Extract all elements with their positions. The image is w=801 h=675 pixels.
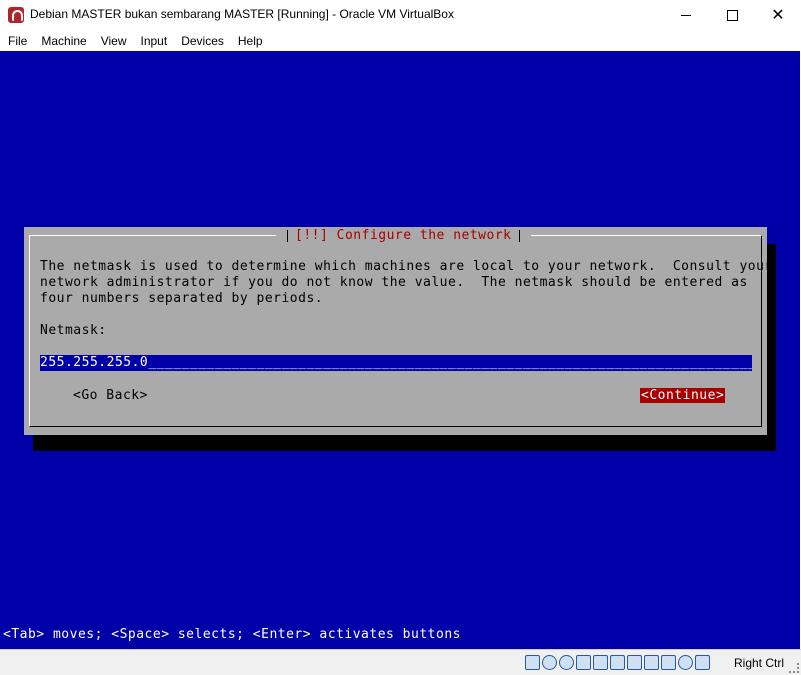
vm-display[interactable]: [!!] Configure the network The netmask i… [0,51,800,649]
window-title: Debian MASTER bukan sembarang MASTER [Ru… [30,7,454,21]
netmask-input-fill: ________________________________________… [148,355,752,370]
maximize-icon [726,9,738,21]
netmask-description: The netmask is used to determine which m… [40,259,773,306]
audio-icon[interactable] [559,655,574,670]
minimize-icon [681,14,691,16]
maximize-button[interactable] [709,0,755,30]
mouse-integration-icon[interactable] [678,655,693,670]
status-icons [525,655,710,670]
menu-bar: File Machine View Input Devices Help [0,30,801,51]
virtualbox-app-icon [8,7,24,23]
resize-grip[interactable] [789,663,799,673]
menu-machine[interactable]: Machine [33,30,92,51]
window-titlebar[interactable]: Debian MASTER bukan sembarang MASTER [Ru… [0,0,801,30]
status-bar: Right Ctrl [0,649,801,675]
configure-network-dialog: [!!] Configure the network The netmask i… [24,227,773,435]
keyboard-icon[interactable] [695,655,710,670]
menu-view[interactable]: View [93,30,133,51]
close-button[interactable]: ✕ [755,0,801,30]
title-left-tick [287,229,288,242]
keyboard-help-line: <Tab> moves; <Space> selects; <Enter> ac… [3,627,461,642]
hard-disk-icon[interactable] [525,655,540,670]
dialog-title: [!!] Configure the network [295,228,512,243]
video-capture-icon[interactable] [644,655,659,670]
menu-help[interactable]: Help [230,30,269,51]
cpu-icon[interactable] [661,655,676,670]
minimize-button[interactable] [663,0,709,30]
netmask-input[interactable]: 255.255.255.0___________________________… [40,355,752,371]
optical-drive-icon[interactable] [542,655,557,670]
continue-button[interactable]: <Continue> [640,388,726,403]
menu-devices[interactable]: Devices [173,30,230,51]
netmask-value: 255.255.255.0 [40,355,149,370]
netmask-label: Netmask: [40,323,107,338]
close-icon: ✕ [771,5,785,24]
menu-file[interactable]: File [0,30,33,51]
go-back-button[interactable]: <Go Back> [73,388,148,403]
host-key-label: Right Ctrl [734,656,785,670]
network-icon[interactable] [576,655,591,670]
menu-input[interactable]: Input [133,30,174,51]
dialog-title-bar: [!!] Configure the network [276,227,531,244]
title-right-tick [518,229,520,242]
usb-icon[interactable] [593,655,608,670]
display-icon[interactable] [627,655,642,670]
shared-folders-icon[interactable] [610,655,625,670]
